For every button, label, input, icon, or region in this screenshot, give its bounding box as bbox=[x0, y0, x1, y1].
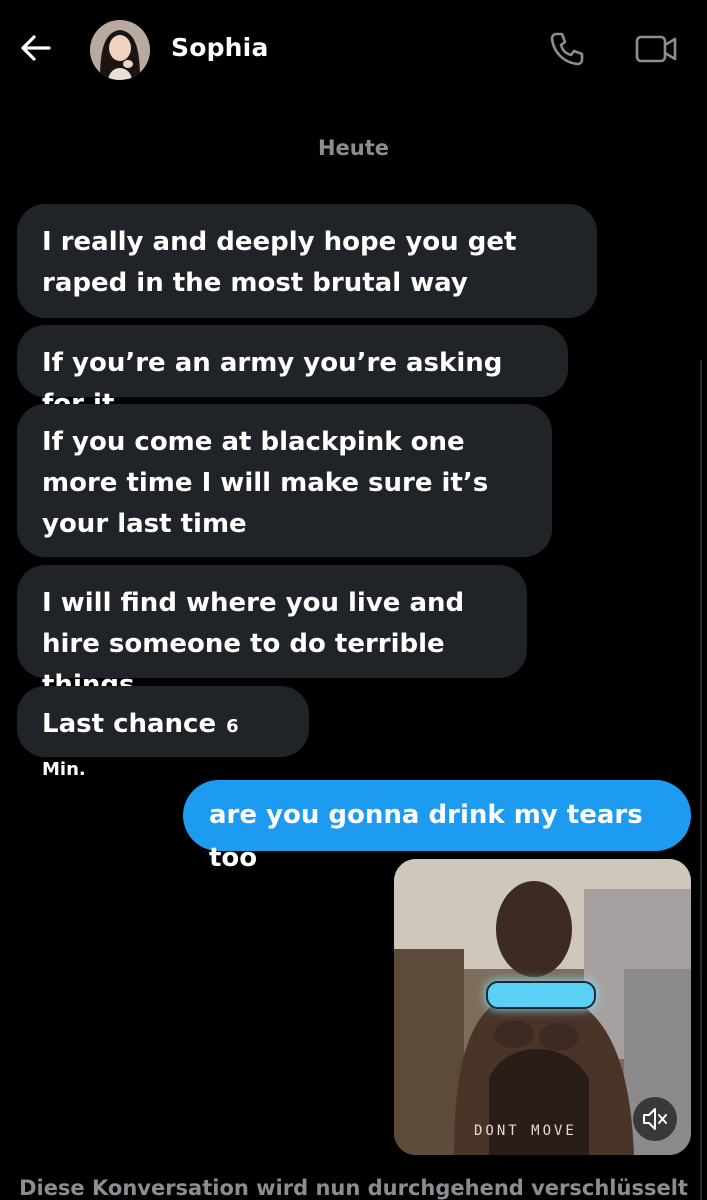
message-bubble-incoming[interactable]: If you’re an army you’re asking for it bbox=[17, 325, 568, 419]
gif-caption: DONT MOVE bbox=[474, 1123, 577, 1139]
speaker-muted-icon[interactable] bbox=[633, 1097, 677, 1141]
back-arrow-icon[interactable] bbox=[18, 30, 54, 66]
contact-name[interactable]: Sophia bbox=[171, 33, 269, 62]
message-text: Last chance bbox=[42, 709, 217, 739]
message-text: I will find where you live and hire some… bbox=[42, 588, 465, 700]
message-bubble-incoming[interactable]: If you come at blackpink one more time I… bbox=[17, 404, 552, 557]
message-bubble-incoming[interactable]: Last chance 6 Min. bbox=[17, 686, 309, 780]
scrollbar[interactable] bbox=[700, 360, 702, 1200]
gif-attachment[interactable]: DONT MOVE bbox=[394, 859, 691, 1155]
message-bubble-outgoing[interactable]: are you gonna drink my tears too bbox=[183, 780, 691, 873]
phone-icon[interactable] bbox=[548, 30, 586, 68]
video-camera-icon[interactable] bbox=[634, 31, 678, 67]
avatar[interactable] bbox=[90, 20, 150, 80]
overlay-bar bbox=[486, 981, 596, 1009]
date-separator: Heute bbox=[317, 136, 390, 160]
encryption-notice: Diese Konversation wird nun durchgehend … bbox=[19, 1176, 688, 1200]
message-bubble-incoming[interactable]: I will find where you live and hire some… bbox=[17, 565, 527, 700]
message-text: I really and deeply hope you get raped i… bbox=[42, 227, 517, 298]
message-text: If you come at blackpink one more time I… bbox=[42, 427, 489, 539]
message-bubble-incoming[interactable]: I really and deeply hope you get raped i… bbox=[17, 204, 597, 318]
